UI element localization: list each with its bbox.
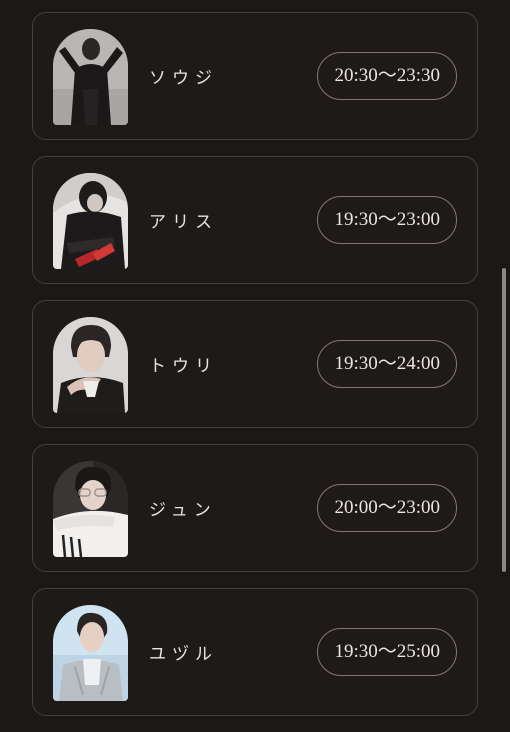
cast-card[interactable]: ジュン 20:00〜23:00	[32, 444, 478, 572]
work-hours-badge: 20:30〜23:30	[317, 52, 457, 100]
cast-card[interactable]: トウリ 19:30〜24:00	[32, 300, 478, 428]
work-hours-badge: 19:30〜23:00	[317, 196, 457, 244]
cast-photo	[53, 461, 128, 557]
cast-photo	[53, 317, 128, 413]
work-hours-badge: 19:30〜24:00	[317, 340, 457, 388]
cast-name: ソウジ	[149, 68, 218, 89]
cast-photo	[53, 29, 128, 125]
work-hours-badge: 20:00〜23:00	[317, 484, 457, 532]
cast-name: トウリ	[149, 356, 218, 377]
cast-name: アリス	[149, 212, 218, 233]
cast-photo	[53, 173, 128, 269]
cast-name: ユヅル	[149, 644, 218, 665]
cast-card[interactable]: ソウジ 20:30〜23:30	[32, 12, 478, 140]
cast-card[interactable]: ユヅル 19:30〜25:00	[32, 588, 478, 716]
cast-card[interactable]: アリス 19:30〜23:00	[32, 156, 478, 284]
work-hours-badge: 19:30〜25:00	[317, 628, 457, 676]
cast-name: ジュン	[149, 500, 217, 521]
cast-photo	[53, 605, 128, 701]
cast-schedule-list: ソウジ 20:30〜23:30 アリス 19:30〜23:00 トウリ 19:3…	[32, 12, 478, 732]
scrollbar[interactable]	[502, 268, 506, 572]
